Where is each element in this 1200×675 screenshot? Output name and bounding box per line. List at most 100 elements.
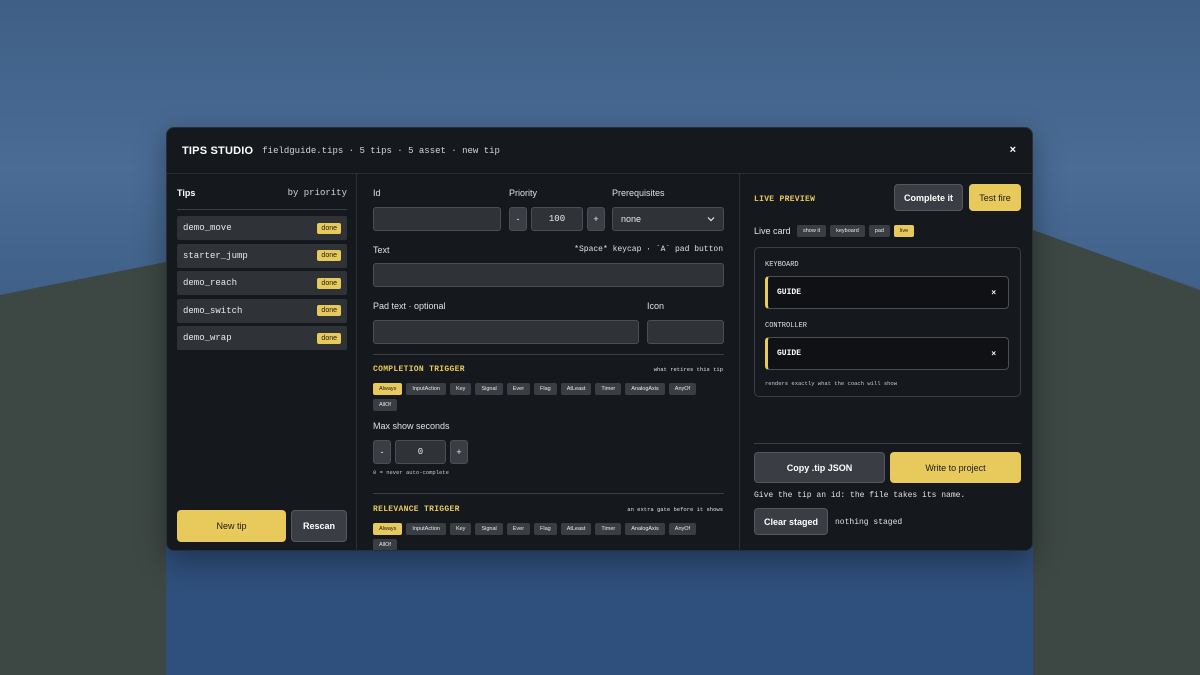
app-title: TIPS STUDIO [182,144,254,157]
live-preview-title: LIVE PREVIEW [754,195,816,204]
keyboard-label: KEYBOARD [765,261,799,269]
max-show-input[interactable]: 0 [395,440,446,464]
complete-it-button[interactable]: Complete it [894,184,963,211]
relevance-trigger-title: RELEVANCE TRIGGER [373,505,460,514]
completion-trigger-title: COMPLETION TRIGGER [373,365,465,374]
tip-name: demo_wrap [183,333,232,343]
copy-json-button[interactable]: Copy .tip JSON [754,452,885,483]
new-tip-button[interactable]: New tip [177,510,286,542]
live-card-label: Live card [754,226,791,236]
divider [373,354,724,355]
chip-atleast[interactable]: AtLeast [560,383,592,395]
mode-pad[interactable]: pad [868,225,890,237]
status-badge: done [317,305,341,316]
chip-always[interactable]: Always [373,523,403,535]
close-icon[interactable]: × [991,288,996,297]
id-hint: Give the tip an id: the file takes its n… [754,491,966,500]
controller-guide-text: GUIDE [777,349,802,358]
max-show-hint: 0 = never auto-complete [373,469,449,476]
tips-sidebar: Tips by priority demo_move done starter_… [167,174,357,550]
chip-timer[interactable]: Timer [595,383,622,395]
test-fire-button[interactable]: Test fire [969,184,1021,211]
staged-status: nothing staged [835,518,903,527]
prerequisites-value: none [621,214,642,224]
chip-allof[interactable]: AllOf [373,539,397,550]
icon-input[interactable] [647,320,724,344]
priority-decrement-button[interactable]: - [509,207,527,231]
pad-text-label: Pad text · optional [373,301,446,311]
tip-editor: Id Priority - 100 + Prerequisites none T… [357,174,740,550]
prerequisites-label: Prerequisites [612,188,665,198]
tip-item[interactable]: demo_wrap done [177,326,347,350]
chip-analogaxis[interactable]: AnalogAxis [625,523,665,535]
tip-item[interactable]: demo_switch done [177,298,347,323]
chip-inputaction[interactable]: InputAction [406,523,446,535]
text-label: Text [373,245,390,255]
max-show-label: Max show seconds [373,421,450,431]
close-icon[interactable]: × [991,349,996,358]
relevance-trigger-note: an extra gate before it shows [627,506,723,513]
chip-anyof[interactable]: AnyOf [668,523,697,535]
chip-flag[interactable]: Flag [534,523,557,535]
chevron-down-icon [707,217,715,222]
divider [754,443,1021,444]
chip-analogaxis[interactable]: AnalogAxis [625,383,665,395]
close-icon[interactable]: × [1010,144,1016,156]
id-label: Id [373,188,381,198]
mode-live[interactable]: live [893,225,915,237]
text-hint: *Space* keycap · `A` pad button [574,245,723,254]
tip-item[interactable]: demo_move done [177,216,347,240]
clear-staged-button[interactable]: Clear staged [754,508,828,535]
app-meta: fieldguide.tips · 5 tips · 5 asset · new… [262,145,500,156]
id-input[interactable] [373,207,501,231]
preview-card-frame: KEYBOARD GUIDE × CONTROLLER GUIDE × rend… [754,247,1021,397]
chip-flag[interactable]: Flag [534,383,557,395]
chip-signal[interactable]: Signal [475,383,503,395]
tip-name: demo_switch [183,305,243,316]
max-show-decrement-button[interactable]: - [373,440,391,464]
mode-show-it[interactable]: show it [797,225,827,237]
keyboard-guide-card: GUIDE × [765,276,1009,309]
divider [373,493,724,494]
chip-ever[interactable]: Ever [506,523,531,535]
tips-studio-window: TIPS STUDIO fieldguide.tips · 5 tips · 5… [166,127,1033,551]
chip-key[interactable]: Key [449,523,472,535]
max-show-increment-button[interactable]: + [450,440,468,464]
priority-input[interactable]: 100 [531,207,583,231]
priority-label: Priority [509,188,538,198]
tips-header: Tips by priority [177,188,347,210]
controller-guide-card: GUIDE × [765,337,1009,370]
text-input[interactable] [373,263,724,287]
status-badge: done [317,222,341,234]
keyboard-guide-text: GUIDE [777,288,802,297]
sort-label[interactable]: by priority [288,188,347,198]
chip-always[interactable]: Always [373,383,403,395]
tip-name: demo_move [183,223,232,233]
tip-item[interactable]: demo_reach done [177,271,347,295]
mode-keyboard[interactable]: keyboard [830,225,865,237]
tips-title: Tips [177,188,196,198]
tip-name: starter_jump [183,250,248,261]
chip-key[interactable]: Key [449,383,472,395]
chip-anyof[interactable]: AnyOf [668,383,697,395]
priority-increment-button[interactable]: + [587,207,605,231]
tip-list: demo_move done starter_jump done demo_re… [177,216,347,354]
chip-atleast[interactable]: AtLeast [560,523,592,535]
preview-note: renders exactly what the coach will show [765,380,898,387]
chip-signal[interactable]: Signal [475,523,503,535]
chip-allof[interactable]: AllOf [373,399,397,411]
relevance-trigger-chips: Always InputAction Key Signal Ever Flag … [373,523,713,550]
chip-ever[interactable]: Ever [506,383,531,395]
prerequisites-select[interactable]: none [612,207,724,231]
tip-name: demo_reach [183,278,238,288]
rescan-button[interactable]: Rescan [291,510,347,542]
chip-inputaction[interactable]: InputAction [406,383,446,395]
completion-trigger-chips: Always InputAction Key Signal Ever Flag … [373,383,713,411]
live-preview-panel: LIVE PREVIEW Complete it Test fire Live … [740,174,1032,550]
pad-text-input[interactable] [373,320,639,344]
write-to-project-button[interactable]: Write to project [890,452,1021,483]
tip-item[interactable]: starter_jump done [177,243,347,268]
chip-timer[interactable]: Timer [595,523,622,535]
status-badge: done [317,250,341,261]
icon-label: Icon [647,301,665,311]
